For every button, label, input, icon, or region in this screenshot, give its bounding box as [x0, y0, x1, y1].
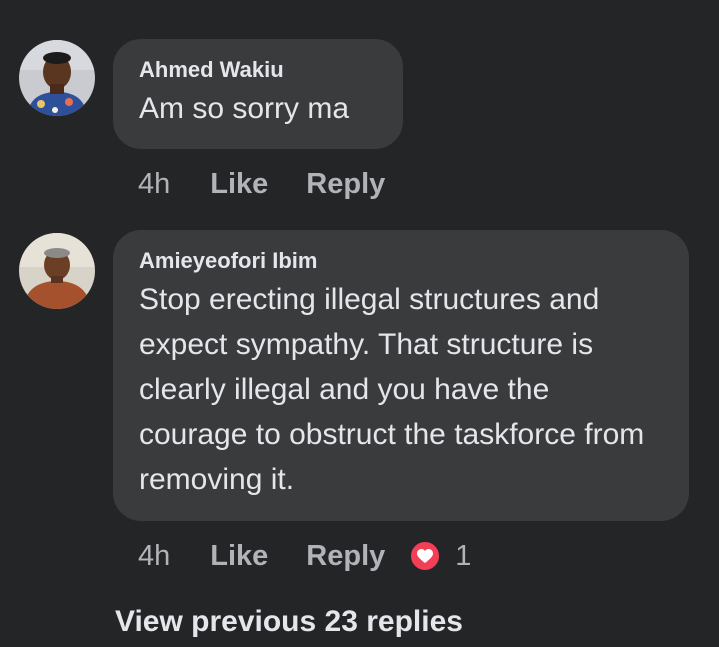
reaction-count: 1	[455, 539, 472, 572]
comment-text: Am so sorry ma	[139, 92, 350, 125]
reaction-summary[interactable]: 1	[409, 540, 471, 573]
comment-bubble: Ahmed Wakiu Am so sorry ma	[113, 39, 403, 149]
avatar-image-amieyeofori	[19, 233, 95, 309]
view-previous-replies-link[interactable]: View previous 23 replies	[115, 605, 463, 639]
avatar[interactable]	[19, 233, 95, 309]
avatar[interactable]	[19, 40, 95, 116]
reply-button[interactable]: Reply	[306, 168, 385, 201]
comment-actions: 4h Like Reply	[138, 164, 423, 204]
comment-author[interactable]: Amieyeofori Ibim	[139, 247, 663, 275]
comment-author[interactable]: Ahmed Wakiu	[139, 56, 377, 84]
like-button[interactable]: Like	[210, 168, 268, 201]
comment-text: Stop erecting illegal structures and exp…	[139, 283, 645, 496]
like-button[interactable]: Like	[210, 540, 268, 573]
comment-actions: 4h Like Reply 1	[138, 536, 471, 576]
reply-button[interactable]: Reply	[306, 540, 385, 573]
comment-bubble: Amieyeofori Ibim Stop erecting illegal s…	[113, 230, 689, 521]
avatar-image-ahmed	[19, 40, 95, 116]
comment-timestamp[interactable]: 4h	[138, 540, 170, 573]
love-heart-icon	[409, 540, 442, 572]
comment-timestamp[interactable]: 4h	[138, 168, 170, 201]
